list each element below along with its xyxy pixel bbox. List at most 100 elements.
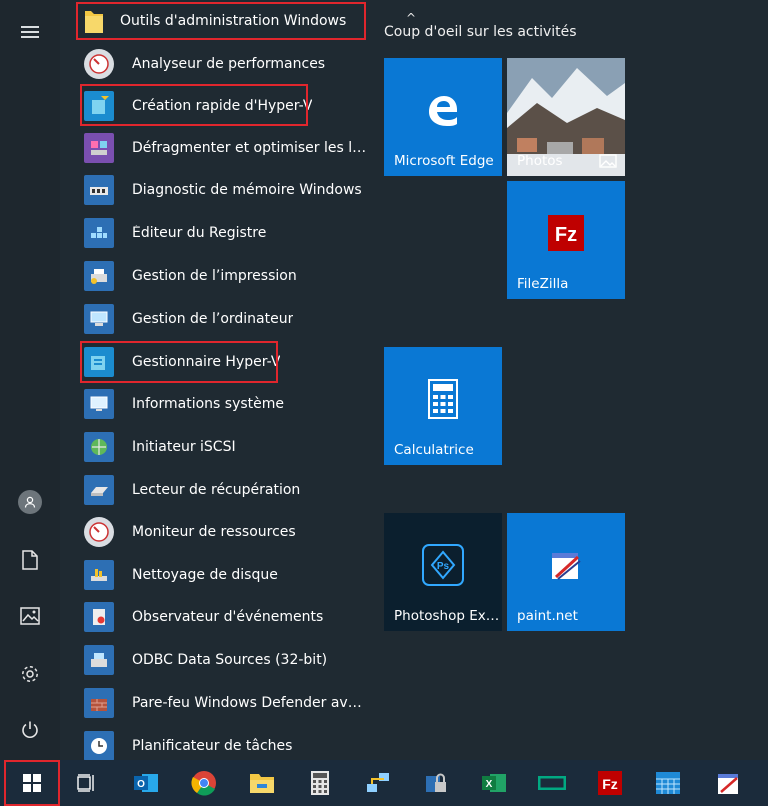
calendar-app-icon: [656, 772, 680, 794]
hpe-icon: [538, 776, 566, 790]
tile-label: Microsoft Edge: [394, 153, 494, 169]
app-label: Défragmenter et optimiser les lect…: [132, 140, 368, 156]
app-nettoyage-disque[interactable]: Nettoyage de disque: [84, 555, 374, 595]
app-label: Éditeur du Registre: [132, 225, 267, 241]
tile-paint-net[interactable]: paint.net: [507, 513, 625, 631]
tile-photos[interactable]: Photos: [507, 58, 625, 176]
taskbar-outlook[interactable]: O: [118, 760, 174, 806]
system-information-icon: [84, 389, 114, 419]
app-informations-systeme[interactable]: Informations système: [84, 384, 374, 424]
app-odbc[interactable]: ODBC Data Sources (32-bit): [84, 640, 374, 680]
app-label: Planificateur de tâches: [132, 738, 293, 754]
app-label: Observateur d'événements: [132, 609, 324, 625]
taskbar-security[interactable]: [408, 760, 464, 806]
app-defragmenter[interactable]: Défragmenter et optimiser les lect…: [84, 128, 374, 168]
chrome-icon: [191, 771, 216, 796]
paintnet-icon: [718, 774, 738, 794]
taskbar-calculator[interactable]: [292, 760, 348, 806]
print-management-icon: [84, 261, 114, 291]
user-avatar-icon: [18, 490, 42, 514]
app-moniteur-ressources[interactable]: Moniteur de ressources: [84, 512, 374, 552]
taskbar-filezilla[interactable]: Fz: [582, 760, 638, 806]
photos-app-icon: [599, 154, 617, 168]
task-view-button[interactable]: [58, 760, 114, 806]
firewall-icon: [84, 688, 114, 718]
tile-label: FileZilla: [517, 276, 569, 292]
tile-calculatrice[interactable]: Calculatrice: [384, 347, 502, 465]
svg-text:Fz: Fz: [555, 224, 577, 246]
app-label: Gestion de l’impression: [132, 268, 297, 284]
windows-start-icon: [23, 774, 41, 792]
registry-editor-icon: [84, 218, 114, 248]
app-gestion-impression[interactable]: Gestion de l’impression: [84, 256, 374, 296]
svg-text:X: X: [486, 779, 493, 790]
svg-text:Ps: Ps: [437, 561, 450, 572]
taskbar-calendar-app[interactable]: [640, 760, 696, 806]
app-lecteur-recuperation[interactable]: Lecteur de récupération: [84, 470, 374, 510]
windows-start-button[interactable]: [4, 760, 60, 806]
tile-group-title: Coup d'oeil sur les activités: [384, 24, 577, 40]
highlight-box-gestionnaire: [80, 341, 278, 383]
calculator-icon: [428, 378, 458, 419]
tile-label: Calculatrice: [394, 442, 474, 458]
app-label: Pare-feu Windows Defender avec f…: [132, 695, 368, 711]
taskbar-excel[interactable]: X: [466, 760, 522, 806]
taskbar-hpe[interactable]: [524, 760, 580, 806]
task-scheduler-icon: [84, 731, 114, 761]
file-explorer-icon: [250, 774, 274, 793]
app-analyseur-performances[interactable]: Analyseur de performances: [84, 44, 374, 84]
app-diagnostic-memoire[interactable]: Diagnostic de mémoire Windows: [84, 170, 374, 210]
power-icon[interactable]: [0, 706, 60, 754]
edge-icon: [429, 95, 457, 126]
tile-label: Photos: [517, 153, 563, 169]
paintnet-icon: [552, 552, 581, 580]
app-label: Moniteur de ressources: [132, 524, 296, 540]
chevron-up-icon[interactable]: ^: [406, 11, 416, 25]
start-rail: [0, 0, 60, 760]
calculator-icon: [311, 771, 329, 795]
app-pare-feu[interactable]: Pare-feu Windows Defender avec f…: [84, 683, 374, 723]
odbc-icon: [84, 645, 114, 675]
tile-photoshop-express[interactable]: Ps Photoshop Ex…: [384, 513, 502, 631]
documents-icon[interactable]: [0, 536, 60, 584]
highlight-box-folder: [76, 2, 366, 40]
disk-cleanup-icon: [84, 560, 114, 590]
tile-microsoft-edge[interactable]: Microsoft Edge: [384, 58, 502, 176]
computer-management-icon: [84, 304, 114, 334]
memory-diagnostic-icon: [84, 175, 114, 205]
outlook-icon: O: [134, 774, 158, 792]
taskbar-chrome[interactable]: [176, 760, 232, 806]
task-view-icon: [77, 774, 94, 792]
filezilla-icon: Fz: [548, 214, 584, 251]
taskbar-paintnet[interactable]: [700, 760, 756, 806]
iscsi-initiator-icon: [84, 432, 114, 462]
photoshop-express-icon: Ps: [422, 543, 464, 586]
app-label: Lecteur de récupération: [132, 482, 301, 498]
taskbar-file-explorer[interactable]: [234, 760, 290, 806]
recovery-drive-icon: [84, 475, 114, 505]
app-label: Analyseur de performances: [132, 56, 326, 72]
app-label: Nettoyage de disque: [132, 567, 278, 583]
settings-gear-icon[interactable]: [0, 650, 60, 698]
resource-monitor-icon: [84, 517, 114, 547]
tile-label: paint.net: [517, 608, 578, 624]
filezilla-icon: Fz: [598, 771, 622, 795]
user-account-button[interactable]: [0, 478, 60, 526]
svg-text:Fz: Fz: [602, 776, 618, 792]
app-editeur-registre[interactable]: Éditeur du Registre: [84, 213, 374, 253]
app-gestion-ordinateur[interactable]: Gestion de l’ordinateur: [84, 299, 374, 339]
app-observateur-evenements[interactable]: Observateur d'événements: [84, 597, 374, 637]
app-label: Initiateur iSCSI: [132, 439, 236, 455]
excel-icon: X: [482, 774, 506, 792]
app-label: Informations système: [132, 396, 285, 412]
hamburger-menu-icon[interactable]: [0, 8, 60, 56]
tile-filezilla[interactable]: Fz FileZilla: [507, 181, 625, 299]
app-initiateur-iscsi[interactable]: Initiateur iSCSI: [84, 427, 374, 467]
taskbar-network[interactable]: [350, 760, 406, 806]
app-label: ODBC Data Sources (32-bit): [132, 652, 328, 668]
security-icon: [426, 773, 446, 792]
pictures-icon[interactable]: [0, 592, 60, 640]
performance-gauge-icon: [84, 49, 114, 79]
app-label: Diagnostic de mémoire Windows: [132, 182, 362, 198]
defragment-icon: [84, 133, 114, 163]
